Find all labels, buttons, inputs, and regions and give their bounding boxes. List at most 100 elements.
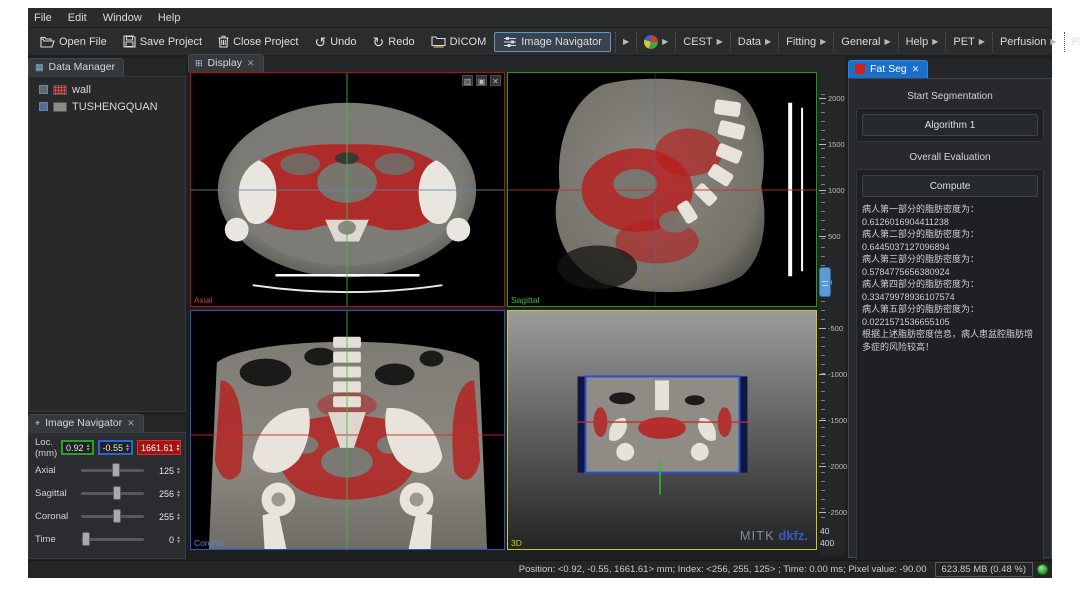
- view-button-help[interactable]: Help▶: [898, 32, 946, 52]
- menu-bar: File Edit Window Help: [28, 8, 1052, 28]
- node-label: TUSHENGQUAN: [72, 101, 158, 113]
- view-label: PET: [953, 36, 974, 48]
- slider-handle[interactable]: [113, 509, 121, 523]
- view-button-photoacoustics[interactable]: Photoacoustics▶: [1064, 32, 1080, 52]
- tree-node-wall[interactable]: wall: [29, 81, 185, 98]
- scale-label: -2500: [819, 508, 847, 517]
- spinner-arrows-icon[interactable]: ▲▼: [176, 513, 181, 521]
- view-label: Help: [906, 36, 929, 48]
- spinner-arrows-icon[interactable]: ▲▼: [176, 444, 181, 452]
- tab-fat-seg[interactable]: Fat Seg ✕: [848, 60, 928, 78]
- visibility-checkbox[interactable]: [39, 102, 48, 111]
- axial-slider[interactable]: [81, 469, 144, 472]
- level-value[interactable]: 40: [820, 526, 843, 536]
- evaluation-group: Compute 病人第一部分的脂肪密度为：0.6126016904411238 …: [856, 169, 1044, 567]
- viewport-label-coronal: Coronal: [194, 538, 224, 548]
- loc-x-spinbox[interactable]: 0.92▲▼: [61, 440, 93, 455]
- maximize-icon[interactable]: ✕: [490, 75, 501, 86]
- level-window-handle[interactable]: [819, 267, 831, 297]
- slider-handle[interactable]: [112, 463, 120, 477]
- evaluation-results: 病人第一部分的脂肪密度为：0.6126016904411238 病人第二部分的脂…: [862, 203, 1038, 353]
- node-thumbnail-tushengquan: [53, 102, 67, 112]
- close-icon[interactable]: ✕: [127, 418, 135, 429]
- menu-file[interactable]: File: [34, 12, 52, 24]
- loc-y-spinbox[interactable]: -0.55▲▼: [98, 440, 133, 455]
- tab-display[interactable]: ⊞ Display ✕: [188, 54, 264, 72]
- scale-label: 1000: [819, 186, 845, 195]
- pin-icon[interactable]: ▥: [462, 75, 473, 86]
- mitk-logo-text: MITK: [740, 528, 775, 543]
- toolbar-overflow-arrow[interactable]: ▶: [615, 32, 636, 52]
- view-label: Photoacoustics: [1072, 36, 1080, 48]
- save-project-button[interactable]: Save Project: [115, 32, 210, 51]
- image-navigator-button[interactable]: Image Navigator: [494, 32, 611, 52]
- memory-usage-status: 623.85 MB (0.48 %): [935, 562, 1034, 577]
- display-tabbar: ⊞ Display ✕: [188, 56, 845, 72]
- overall-evaluation-title: Overall Evaluation: [856, 152, 1044, 163]
- close-project-icon: [218, 35, 229, 48]
- sagittal-slider[interactable]: [81, 492, 144, 495]
- coronal-slider-value[interactable]: 255: [150, 512, 174, 522]
- view-button-general[interactable]: General▶: [833, 32, 897, 52]
- slider-handle[interactable]: [82, 532, 90, 546]
- open-file-button[interactable]: Open File: [32, 33, 115, 51]
- menu-edit[interactable]: Edit: [68, 12, 87, 24]
- spinner-arrows-icon[interactable]: ▲▼: [176, 490, 181, 498]
- time-slider-value[interactable]: 0: [150, 535, 174, 545]
- views-pie-icon: [644, 35, 658, 49]
- viewport-sagittal[interactable]: Sagittal: [507, 72, 817, 307]
- viewport-3d[interactable]: MITK dkfz. 3D: [507, 310, 817, 550]
- tab-label: Image Navigator: [45, 417, 122, 429]
- menu-help[interactable]: Help: [158, 12, 181, 24]
- viewport-axial[interactable]: ▥ ▣ ✕ Axial: [190, 72, 505, 307]
- tab-data-manager[interactable]: ▦ Data Manager: [28, 58, 124, 76]
- spinner-arrows-icon[interactable]: ▲▼: [125, 444, 130, 452]
- tab-label: Fat Seg: [870, 63, 907, 75]
- node-label: wall: [72, 84, 91, 96]
- coronal-slider[interactable]: [81, 515, 144, 518]
- close-icon[interactable]: ✕: [247, 58, 255, 69]
- view-button-perfusion[interactable]: Perfusion▶: [992, 32, 1064, 52]
- spinner-arrows-icon[interactable]: ▲▼: [176, 467, 181, 475]
- fat-seg-panel: Start Segmentation Algorithm 1 Overall E…: [848, 78, 1052, 558]
- visibility-checkbox[interactable]: [39, 85, 48, 94]
- slider-handle[interactable]: [113, 486, 121, 500]
- data-manager-tree: wall TUSHENGQUAN: [28, 76, 186, 412]
- axial-slider-value[interactable]: 125: [150, 466, 174, 476]
- start-segmentation-title: Start Segmentation: [856, 91, 1044, 102]
- menu-window[interactable]: Window: [103, 12, 142, 24]
- spinner-arrows-icon[interactable]: ▲▼: [176, 536, 181, 544]
- tab-label: Data Manager: [49, 61, 116, 73]
- tab-image-navigator[interactable]: ⌖ Image Navigator ✕: [28, 414, 144, 432]
- view-button-fitting[interactable]: Fitting▶: [778, 32, 833, 52]
- tree-node-tushengquan[interactable]: TUSHENGQUAN: [29, 98, 185, 115]
- main-toolbar: Open File Save Project Close Project ↺ U…: [28, 28, 1052, 56]
- dicom-button[interactable]: DICOM: [423, 32, 495, 51]
- algorithm-1-button[interactable]: Algorithm 1: [862, 114, 1038, 136]
- image-navigator-panel: Loc. (mm) 0.92▲▼ -0.55▲▼ 1661.61▲▼ Axial…: [28, 432, 186, 559]
- spinner-arrows-icon[interactable]: ▲▼: [86, 444, 91, 452]
- redo-icon: ↻: [373, 36, 385, 48]
- axial-slider-label: Axial: [35, 465, 81, 476]
- close-project-button[interactable]: Close Project: [210, 32, 306, 51]
- sagittal-slider-value[interactable]: 256: [150, 489, 174, 499]
- scale-label: -500: [819, 324, 843, 333]
- compute-button[interactable]: Compute: [862, 175, 1038, 197]
- view-button-data[interactable]: Data▶: [730, 32, 778, 52]
- redo-button[interactable]: ↻ Redo: [365, 33, 423, 51]
- viewport-coronal[interactable]: Coronal: [190, 310, 505, 550]
- dicom-label: DICOM: [450, 36, 487, 48]
- fat-seg-tabbar: Fat Seg ✕: [848, 58, 1052, 78]
- window-value[interactable]: 400: [820, 538, 843, 548]
- views-menu-button[interactable]: ▶: [636, 32, 675, 52]
- view-button-pet[interactable]: PET▶: [945, 32, 992, 52]
- layout-menu-icon[interactable]: ▣: [476, 75, 487, 86]
- view-label: Fitting: [786, 36, 816, 48]
- undo-button[interactable]: ↺ Undo: [307, 33, 365, 51]
- level-window-slider[interactable]: 2000 1500 1000 500 0 -500 -1000 -1500 -2…: [818, 72, 845, 555]
- close-icon[interactable]: ✕: [912, 64, 920, 75]
- view-button-cest[interactable]: CEST▶: [675, 32, 730, 52]
- time-slider[interactable]: [81, 538, 144, 541]
- navigator-icon: ⌖: [35, 418, 40, 429]
- loc-z-spinbox[interactable]: 1661.61▲▼: [137, 440, 181, 455]
